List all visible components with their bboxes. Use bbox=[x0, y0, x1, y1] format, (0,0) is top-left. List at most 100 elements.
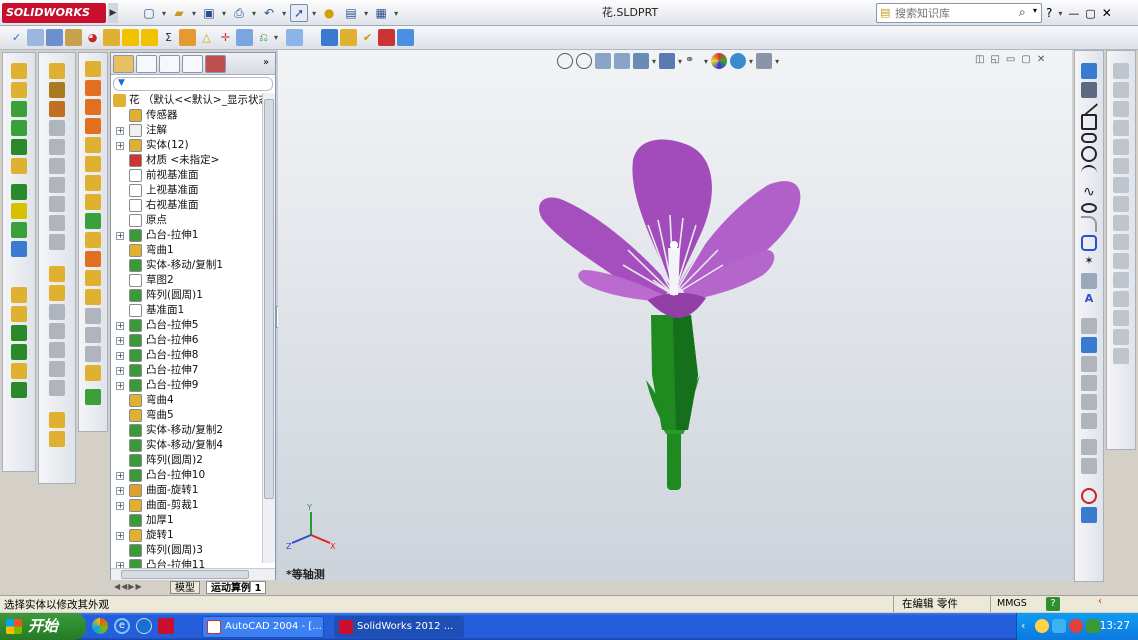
previous-view-icon[interactable] bbox=[595, 53, 611, 69]
area-hatch-icon[interactable] bbox=[236, 29, 253, 46]
expand-toggle-icon[interactable]: + bbox=[116, 127, 124, 135]
feature-manager-tab[interactable] bbox=[113, 55, 134, 73]
open-dropdown-icon[interactable]: ▾ bbox=[192, 9, 196, 18]
display-style-dropdown-icon[interactable]: ▾ bbox=[678, 57, 682, 66]
plane-sketch-icon[interactable] bbox=[1081, 273, 1097, 289]
task-autocad[interactable]: AutoCAD 2004 - [... bbox=[202, 616, 324, 638]
help-dropdown-icon[interactable]: ▾ bbox=[1058, 9, 1062, 18]
equation-curve-icon[interactable] bbox=[1113, 291, 1129, 307]
lofted-cut-icon[interactable] bbox=[49, 120, 65, 136]
view-settings-dropdown-icon[interactable]: ▾ bbox=[775, 57, 779, 66]
balloon-icon[interactable] bbox=[46, 29, 63, 46]
convert-entities-icon[interactable] bbox=[1081, 337, 1097, 353]
thicken-tool-icon[interactable] bbox=[85, 346, 101, 362]
expand-toggle-icon[interactable]: + bbox=[116, 352, 124, 360]
viewport-restore-icon[interactable]: ◱ bbox=[990, 54, 999, 68]
mirror-entities-icon[interactable] bbox=[1081, 375, 1097, 391]
undo-icon[interactable]: ↶ bbox=[260, 4, 278, 22]
expand-toggle-icon[interactable]: + bbox=[116, 532, 124, 540]
weld-symbol-icon[interactable] bbox=[103, 29, 120, 46]
draft-disabled-icon[interactable] bbox=[49, 215, 65, 231]
block-icon[interactable]: ⎌ bbox=[255, 29, 272, 46]
extend-entities-icon[interactable] bbox=[1113, 177, 1129, 193]
untrim-surface-icon[interactable] bbox=[85, 270, 101, 286]
zoom-to-area-icon[interactable] bbox=[576, 53, 592, 69]
center-mark-icon[interactable]: △ bbox=[198, 29, 215, 46]
appearance-icon[interactable] bbox=[378, 29, 396, 46]
undo-dropdown-icon[interactable]: ▾ bbox=[282, 9, 286, 18]
tree-item[interactable]: 实体-移动/复制1 bbox=[111, 258, 263, 273]
extruded-cut-icon[interactable] bbox=[49, 63, 65, 79]
tree-item[interactable]: 右视基准面 bbox=[111, 198, 263, 213]
ruled-surface-icon[interactable] bbox=[85, 213, 101, 229]
expand-toggle-icon[interactable]: + bbox=[116, 232, 124, 240]
spell-check-icon[interactable]: ✓ bbox=[8, 29, 25, 46]
security-shield-icon[interactable] bbox=[1086, 619, 1100, 633]
tree-horizontal-scrollbar[interactable] bbox=[111, 568, 275, 580]
indent-icon[interactable] bbox=[49, 342, 65, 358]
hide-show-dropdown-icon[interactable]: ▾ bbox=[704, 57, 708, 66]
conic-icon[interactable] bbox=[1113, 253, 1129, 269]
scene-icon[interactable] bbox=[397, 29, 415, 46]
internet-explorer-icon[interactable]: e bbox=[114, 618, 130, 634]
three-point-arc-icon[interactable] bbox=[1113, 101, 1129, 117]
select-pointer-icon[interactable]: ➚ bbox=[290, 4, 309, 22]
search-dropdown-icon[interactable]: ▾ bbox=[1033, 6, 1037, 15]
polygon-icon[interactable] bbox=[1081, 235, 1097, 251]
point-icon[interactable]: ✶ bbox=[1081, 254, 1097, 270]
open-folder-icon[interactable]: ▰ bbox=[170, 4, 188, 22]
tree-item[interactable]: + 凸台-拉伸9 bbox=[111, 378, 263, 393]
freeform-icon[interactable] bbox=[49, 412, 65, 428]
lofted-boss-icon[interactable] bbox=[11, 120, 27, 136]
graphics-area[interactable]: Y X Z bbox=[278, 50, 1072, 582]
smart-dimension-icon[interactable] bbox=[1081, 82, 1097, 98]
tree-item[interactable]: + 曲面-剪裁1 bbox=[111, 498, 263, 513]
expand-toggle-icon[interactable]: + bbox=[116, 142, 124, 150]
wrap-icon[interactable] bbox=[11, 363, 27, 379]
tree-item[interactable]: + 凸台-拉伸6 bbox=[111, 333, 263, 348]
options-dropdown-icon[interactable]: ▾ bbox=[394, 9, 398, 18]
scroll-thumb[interactable] bbox=[264, 99, 274, 499]
design-table-icon[interactable] bbox=[321, 29, 339, 46]
tree-item[interactable]: 前视基准面 bbox=[111, 168, 263, 183]
expand-toggle-icon[interactable]: + bbox=[116, 367, 124, 375]
rebuild-icon[interactable]: ● bbox=[320, 4, 338, 22]
dome-icon[interactable] bbox=[11, 382, 27, 398]
qq-icon[interactable] bbox=[1035, 619, 1049, 633]
display-manager-tab[interactable] bbox=[205, 55, 226, 73]
surface-flatten-icon[interactable] bbox=[85, 232, 101, 248]
combine-icon[interactable] bbox=[49, 266, 65, 282]
draft-icon[interactable] bbox=[11, 306, 27, 322]
print-dropdown-icon[interactable]: ▾ bbox=[252, 9, 256, 18]
new-document-icon[interactable]: ▢ bbox=[140, 4, 158, 22]
tree-item[interactable]: 传感器 bbox=[111, 108, 263, 123]
tree-filter[interactable]: ▼ bbox=[113, 77, 273, 91]
scene-dropdown-icon[interactable]: ▾ bbox=[749, 57, 753, 66]
configuration-manager-tab[interactable] bbox=[159, 55, 180, 73]
circular-sketch-pattern-icon[interactable] bbox=[1113, 234, 1129, 250]
minimize-icon[interactable]: — bbox=[1068, 7, 1079, 20]
tab-scroll-arrows[interactable]: ◀◀▶▶ bbox=[114, 582, 143, 591]
check-icon[interactable]: ✔ bbox=[359, 29, 376, 46]
volume-icon[interactable] bbox=[1052, 619, 1066, 633]
extend-surface-icon[interactable] bbox=[85, 308, 101, 324]
datum-target-icon[interactable] bbox=[179, 29, 196, 46]
filled-surface-icon[interactable] bbox=[85, 156, 101, 172]
cut-with-surface-icon[interactable] bbox=[85, 389, 101, 405]
partial-ellipse-icon[interactable] bbox=[1113, 139, 1129, 155]
tree-item[interactable]: + 注解 bbox=[111, 123, 263, 138]
fillet-sketch-icon[interactable] bbox=[1081, 216, 1097, 232]
expand-toggle-icon[interactable]: + bbox=[116, 472, 124, 480]
view-orientation-dropdown-icon[interactable]: ▾ bbox=[652, 57, 656, 66]
tree-item[interactable]: 实体-移动/复制2 bbox=[111, 423, 263, 438]
view-orientation-icon[interactable] bbox=[633, 53, 649, 69]
replace-face-icon[interactable] bbox=[85, 365, 101, 381]
view-settings-icon[interactable] bbox=[756, 53, 773, 69]
repair-sketch-icon[interactable] bbox=[1081, 458, 1097, 474]
text-sketch-icon[interactable]: A bbox=[1081, 292, 1097, 308]
rectangle-icon[interactable] bbox=[1081, 114, 1097, 130]
tray-expand-icon[interactable]: ‹ bbox=[1021, 619, 1025, 632]
hide-show-items-icon[interactable]: ⚭ bbox=[685, 53, 701, 69]
tree-item[interactable]: 弯曲1 bbox=[111, 243, 263, 258]
mirror-icon[interactable] bbox=[11, 203, 27, 219]
